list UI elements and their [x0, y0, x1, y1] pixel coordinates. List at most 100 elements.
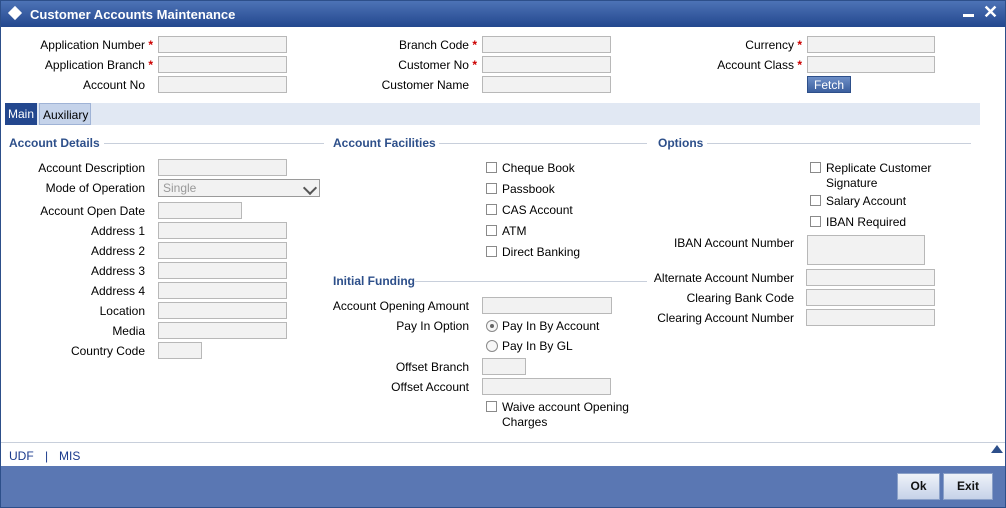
clearing-bank-code-label: Clearing Bank Code [686, 291, 794, 305]
account-class-input[interactable] [807, 56, 935, 73]
passbook-checkbox[interactable] [486, 183, 497, 194]
address3-label: Address 3 [90, 264, 145, 278]
account-opening-amount-label: Account Opening Amount [332, 299, 469, 313]
direct-banking-label: Direct Banking [502, 245, 581, 259]
account-no-input[interactable] [158, 76, 287, 93]
tab-main[interactable]: Main [5, 103, 37, 125]
atm-label: ATM [502, 224, 527, 238]
account-details-divider [104, 143, 324, 144]
address3-input[interactable] [158, 262, 287, 279]
application-number-label: Application Number * [40, 38, 153, 52]
application-branch-input[interactable] [158, 56, 287, 73]
replicate-signature-label-line2: Signature [826, 176, 878, 190]
pay-in-by-gl-label: Pay In By GL [502, 339, 573, 353]
waive-charges-checkbox[interactable] [486, 401, 497, 412]
branch-code-input[interactable] [482, 36, 611, 53]
direct-banking-checkbox[interactable] [486, 246, 497, 257]
scroll-up-icon[interactable] [991, 445, 1003, 453]
address1-label: Address 1 [90, 224, 145, 238]
fetch-button[interactable]: Fetch [807, 76, 851, 93]
clearing-account-number-label: Clearing Account Number [657, 311, 794, 325]
close-icon[interactable]: ✕ [983, 2, 998, 22]
currency-label: Currency * [745, 38, 802, 52]
iban-account-number-label: IBAN Account Number [673, 236, 794, 250]
application-number-input[interactable] [158, 36, 287, 53]
iban-account-number-input[interactable] [807, 235, 925, 265]
account-open-date-label: Account Open Date [40, 204, 145, 218]
location-input[interactable] [158, 302, 287, 319]
currency-input[interactable] [807, 36, 935, 53]
exit-button[interactable]: Exit [943, 473, 993, 500]
iban-required-checkbox[interactable] [810, 216, 821, 227]
options-divider [707, 143, 971, 144]
mode-of-operation-label: Mode of Operation [45, 181, 145, 195]
link-separator: | [45, 449, 49, 463]
subsystem-bar: UDF | MIS [1, 442, 1005, 467]
ok-button[interactable]: Ok [897, 473, 940, 500]
waive-charges-label-line1: Waive account Opening [502, 400, 629, 414]
pay-in-by-account-label: Pay In By Account [502, 319, 600, 333]
offset-account-input[interactable] [482, 378, 611, 395]
initial-funding-divider [415, 281, 647, 282]
address4-input[interactable] [158, 282, 287, 299]
replicate-signature-label-line1: Replicate Customer [826, 161, 932, 175]
passbook-label: Passbook [502, 182, 555, 196]
account-description-label: Account Description [38, 161, 145, 175]
address1-input[interactable] [158, 222, 287, 239]
alternate-account-number-label: Alternate Account Number [653, 271, 794, 285]
country-code-label: Country Code [70, 344, 145, 358]
media-label: Media [112, 324, 145, 338]
offset-account-label: Offset Account [391, 380, 469, 394]
address2-label: Address 2 [90, 244, 145, 258]
title-bar: Customer Accounts Maintenance ✕ [1, 1, 1005, 27]
salary-account-label: Salary Account [826, 194, 907, 208]
customer-no-label: Customer No * [398, 58, 477, 72]
waive-charges-label-line2: Charges [502, 415, 548, 429]
pay-in-option-label: Pay In Option [396, 319, 469, 333]
pay-in-by-gl-radio[interactable] [486, 340, 498, 352]
options-heading: Options [658, 136, 704, 150]
cas-account-label: CAS Account [502, 203, 573, 217]
offset-branch-label: Offset Branch [395, 360, 469, 374]
alternate-account-number-input[interactable] [806, 269, 935, 286]
customer-no-input[interactable] [482, 56, 611, 73]
clearing-bank-code-input[interactable] [806, 289, 935, 306]
account-facilities-divider [439, 143, 647, 144]
customer-name-input[interactable] [482, 76, 611, 93]
account-facilities-heading: Account Facilities [333, 136, 436, 150]
udf-link[interactable]: UDF [9, 449, 34, 463]
pay-in-by-account-radio[interactable] [486, 320, 498, 332]
minimize-icon[interactable] [963, 14, 974, 17]
location-label: Location [99, 304, 145, 318]
address2-input[interactable] [158, 242, 287, 259]
media-input[interactable] [158, 322, 287, 339]
country-code-input[interactable] [158, 342, 202, 359]
atm-checkbox[interactable] [486, 225, 497, 236]
account-open-date-input[interactable] [158, 202, 242, 219]
account-details-heading: Account Details [9, 136, 100, 150]
account-opening-amount-input[interactable] [482, 297, 612, 314]
application-branch-label: Application Branch * [44, 58, 153, 72]
window: Customer Accounts Maintenance ✕ Applicat… [0, 0, 1006, 508]
account-description-input[interactable] [158, 159, 287, 176]
window-title: Customer Accounts Maintenance [30, 7, 236, 22]
account-no-label: Account No [82, 78, 145, 92]
cas-account-checkbox[interactable] [486, 204, 497, 215]
mode-of-operation-select[interactable]: Single [158, 179, 320, 197]
clearing-account-number-input[interactable] [806, 309, 935, 326]
initial-funding-heading: Initial Funding [333, 274, 415, 288]
app-diamond-icon [7, 5, 23, 21]
mode-of-operation-value: Single [163, 181, 197, 195]
iban-required-label: IBAN Required [826, 215, 907, 229]
address4-label: Address 4 [90, 284, 145, 298]
tab-strip: Main Auxiliary [5, 103, 980, 125]
mis-link[interactable]: MIS [59, 449, 80, 463]
footer-bar: Ok Exit [1, 466, 1005, 507]
offset-branch-input[interactable] [482, 358, 526, 375]
replicate-signature-checkbox[interactable] [810, 162, 821, 173]
cheque-book-label: Cheque Book [502, 161, 575, 175]
tab-auxiliary[interactable]: Auxiliary [39, 103, 91, 125]
cheque-book-checkbox[interactable] [486, 162, 497, 173]
salary-account-checkbox[interactable] [810, 195, 821, 206]
customer-name-label: Customer Name [381, 78, 469, 92]
